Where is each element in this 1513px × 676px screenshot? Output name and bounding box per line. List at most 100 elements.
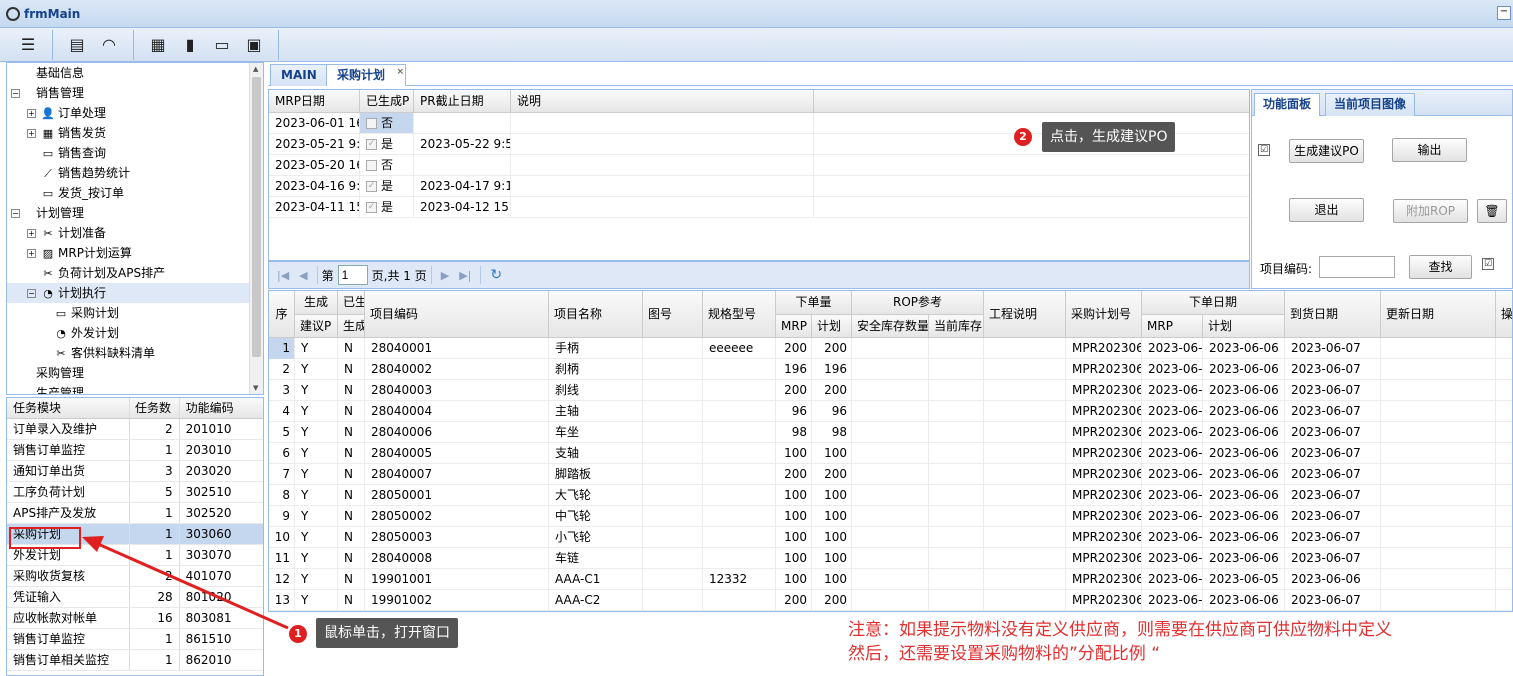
tree-item[interactable]: ▭ 销售查询 (7, 143, 263, 163)
menu-icon[interactable]: ☰ (12, 31, 44, 59)
column-header[interactable]: 到货日期 (1285, 291, 1381, 338)
scroll-thumb[interactable] (252, 77, 261, 357)
generated-cell[interactable]: 否 (360, 113, 414, 133)
table-row[interactable]: 7YN28040007脚踏板200200MPR20230602023-06-02… (269, 464, 1512, 485)
column-header[interactable]: 图号 (643, 291, 703, 338)
table-row[interactable]: 8YN28050001大飞轮100100MPR20230602023-06-02… (269, 485, 1512, 506)
column-header[interactable]: 任务数 (130, 398, 180, 418)
column-header[interactable]: MRP (1142, 315, 1203, 338)
column-header[interactable]: 项目编码 (365, 291, 549, 338)
export-button[interactable]: 输出 (1392, 138, 1467, 162)
calendar-icon[interactable]: ▦ (142, 31, 174, 59)
tree-item[interactable]: ▭ 发货_按订单 (7, 183, 263, 203)
generated-checkbox[interactable]: ✓ (366, 139, 377, 150)
generated-checkbox[interactable]: ✓ (366, 202, 377, 213)
column-header[interactable]: 下单量 (776, 291, 852, 315)
generated-checkbox[interactable] (366, 118, 377, 129)
generated-cell[interactable]: ✓ 是 (360, 176, 414, 196)
column-header[interactable]: 说明 (511, 90, 814, 112)
column-header[interactable]: ROP参考 (852, 291, 984, 315)
table-row[interactable]: 工序负荷计划 5 302510 (7, 482, 263, 503)
generate-po-button[interactable]: 生成建议PO (1289, 139, 1364, 163)
table-row[interactable]: 凭证输入 28 801020 (7, 587, 263, 608)
column-header[interactable]: 规格型号 (703, 291, 776, 338)
table-row[interactable]: 2023-04-16 9:1 ✓ 是 2023-04-17 9:18 (269, 176, 1249, 197)
tree-item[interactable]: ▭ 采购计划 (7, 303, 263, 323)
option-checkbox[interactable]: ☑ (1258, 144, 1270, 156)
generated-checkbox[interactable] (366, 160, 377, 171)
tree-item[interactable]: 采购管理 (7, 363, 263, 383)
tree-item[interactable]: + 👤 订单处理 (7, 103, 263, 123)
column-header[interactable]: 采购计划号 (1066, 291, 1142, 338)
scroll-up-icon[interactable]: ▲ (253, 65, 258, 73)
column-header[interactable]: 安全库存数量 (852, 315, 929, 338)
column-header[interactable]: 当前库存 (929, 315, 984, 338)
column-header[interactable]: 建议P (295, 315, 338, 338)
table-row[interactable]: 订单录入及维护 2 201010 (7, 419, 263, 440)
expand-icon[interactable]: + (27, 129, 36, 138)
tree-item[interactable]: − 计划管理 (7, 203, 263, 223)
tree-item[interactable]: ✂ 负荷计划及APS排产 (7, 263, 263, 283)
last-page-icon[interactable]: ▶| (459, 269, 471, 282)
column-header[interactable]: 序 (269, 291, 295, 338)
item-code-input[interactable] (1319, 256, 1395, 278)
refresh-icon[interactable]: ↻ (490, 267, 502, 283)
table-row[interactable]: 通知订单出货 3 203020 (7, 461, 263, 482)
tree-item[interactable]: + ✂ 计划准备 (7, 223, 263, 243)
column-header[interactable]: 更新日期 (1381, 291, 1496, 338)
column-header[interactable]: 计划 (812, 315, 852, 338)
image-icon[interactable]: ▣ (238, 31, 270, 59)
option-checkbox[interactable]: ☑ (1482, 258, 1494, 270)
inbox-icon[interactable]: ▭ (206, 31, 238, 59)
minimize-button[interactable]: − (1497, 6, 1511, 20)
column-header[interactable]: 计划 (1203, 315, 1285, 338)
table-row[interactable]: 6YN28040005支轴100100MPR20230602023-06-020… (269, 443, 1512, 464)
column-header[interactable]: 已生 (338, 291, 365, 315)
column-header[interactable]: 工程说明 (984, 291, 1066, 338)
tree-item[interactable]: + ▦ 销售发货 (7, 123, 263, 143)
prev-page-icon[interactable]: ◀ (299, 269, 307, 282)
table-row[interactable]: 11YN28040008车链100100MPR20230602023-06-02… (269, 548, 1512, 569)
table-row[interactable]: 9YN28050002中飞轮100100MPR20230602023-06-02… (269, 506, 1512, 527)
table-row[interactable]: 2023-05-20 16: 否 (269, 155, 1249, 176)
table-row[interactable]: 采购收货复核 2 401070 (7, 566, 263, 587)
table-row[interactable]: 10YN28050003小飞轮100100MPR20230602023-06-0… (269, 527, 1512, 548)
table-row[interactable]: 应收帐款对帐单 16 803081 (7, 608, 263, 629)
collapse-icon[interactable]: − (11, 89, 20, 98)
page-number-input[interactable] (337, 265, 368, 285)
tree-scrollbar[interactable]: ▲ ▼ (249, 63, 263, 394)
expand-icon[interactable]: + (27, 229, 36, 238)
table-row[interactable]: 12YN19901001AAA-C112332100100MPR20230602… (269, 569, 1512, 590)
column-header[interactable]: PR截止日期 (414, 90, 511, 112)
table-row[interactable]: 2023-04-11 15: ✓ 是 2023-04-12 15:0 (269, 197, 1249, 218)
tab-purchase-plan[interactable]: 采购计划 × (326, 64, 407, 86)
column-header[interactable]: 项目名称 (549, 291, 643, 338)
column-header[interactable]: 操 (1496, 291, 1512, 338)
table-row[interactable]: 销售订单相关监控 1 862010 (7, 650, 263, 671)
expand-icon[interactable]: + (27, 249, 36, 258)
column-header[interactable]: MRP (776, 315, 812, 338)
search-button[interactable]: 查找 (1409, 255, 1472, 279)
column-header[interactable]: 功能编码 (180, 398, 263, 418)
column-header[interactable]: MRP日期 (269, 90, 360, 112)
tree-item[interactable]: 基础信息 (7, 63, 263, 83)
tree-item[interactable]: + ▨ MRP计划运算 (7, 243, 263, 263)
table-row[interactable]: 5YN28040006车坐9898MPR20230602023-06-02023… (269, 422, 1512, 443)
column-header[interactable]: 生成 (295, 291, 338, 315)
tree-item[interactable]: − ◔ 计划执行 (7, 283, 263, 303)
delete-button[interactable]: 🗑 (1477, 199, 1507, 223)
tab-current-item-image[interactable]: 当前项目图像 (1325, 93, 1416, 116)
table-row[interactable]: 2YN28040002刹柄196196MPR20230602023-06-020… (269, 359, 1512, 380)
archive-icon[interactable]: ▤ (61, 31, 93, 59)
scroll-down-icon[interactable]: ▼ (253, 384, 258, 392)
bookmark-icon[interactable]: ▮ (174, 31, 206, 59)
collapse-icon[interactable]: − (11, 209, 20, 218)
tree-item[interactable]: ⟋ 销售趋势统计 (7, 163, 263, 183)
first-page-icon[interactable]: |◀ (277, 269, 289, 282)
expand-icon[interactable]: + (27, 109, 36, 118)
tab-main[interactable]: MAIN (270, 64, 328, 86)
table-row[interactable]: 1YN28040001手柄eeeeee200200MPR20230602023-… (269, 338, 1512, 359)
tab-function-panel[interactable]: 功能面板 (1254, 93, 1321, 116)
rss-icon[interactable]: ◠ (93, 31, 125, 59)
tree-item[interactable]: − 销售管理 (7, 83, 263, 103)
